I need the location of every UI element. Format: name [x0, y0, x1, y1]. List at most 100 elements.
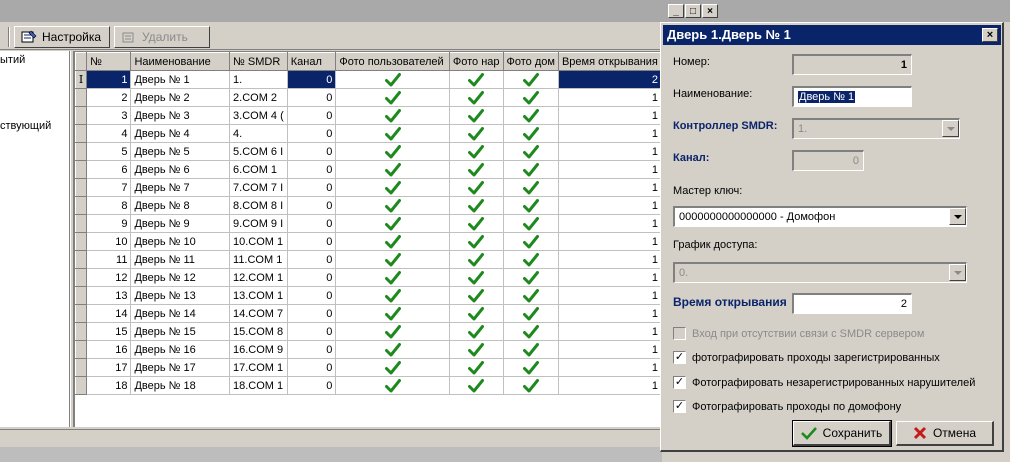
- cell-photo-intercom[interactable]: [503, 214, 559, 233]
- table-row[interactable]: 9 Дверь № 9 9.COM 9 I0 1: [75, 214, 662, 233]
- cell-photo-intercom[interactable]: [503, 196, 559, 215]
- row-indicator[interactable]: [75, 358, 88, 377]
- cell-name[interactable]: Дверь № 16: [130, 340, 231, 359]
- cell-channel[interactable]: 0: [287, 286, 337, 305]
- table-row[interactable]: 10 Дверь № 10 10.COM 10 1: [75, 232, 662, 251]
- cell-photo-intercom[interactable]: [503, 376, 559, 395]
- cell-name[interactable]: Дверь № 10: [130, 232, 231, 251]
- cell-photo-users[interactable]: [335, 124, 450, 143]
- table-row[interactable]: I 1 Дверь № 1 1. 0 2: [75, 70, 662, 89]
- cell-name[interactable]: Дверь № 4: [130, 124, 231, 143]
- cell-number[interactable]: 16: [86, 340, 132, 359]
- column-header[interactable]: № SMDR: [229, 52, 288, 71]
- table-row[interactable]: 15 Дверь № 15 15.COM 80 1: [75, 322, 662, 341]
- cell-photo-intercom[interactable]: [503, 106, 559, 125]
- cell-channel[interactable]: 0: [287, 232, 337, 251]
- cell-smdr[interactable]: 15.COM 8: [229, 322, 288, 341]
- close-window-button[interactable]: ×: [702, 4, 718, 18]
- cell-number[interactable]: 4: [86, 124, 132, 143]
- cell-smdr[interactable]: 16.COM 9: [229, 340, 288, 359]
- cell-name[interactable]: Дверь № 9: [130, 214, 231, 233]
- tree-item[interactable]: ствующий: [0, 120, 51, 132]
- column-header[interactable]: №: [86, 52, 132, 71]
- cell-channel[interactable]: 0: [287, 178, 337, 197]
- cell-photo-users[interactable]: [335, 232, 450, 251]
- cell-number[interactable]: 6: [86, 160, 132, 179]
- cell-name[interactable]: Дверь № 13: [130, 286, 231, 305]
- schedule-select[interactable]: 0.: [673, 262, 967, 283]
- cell-channel[interactable]: 0: [287, 358, 337, 377]
- row-indicator[interactable]: [75, 304, 88, 323]
- cell-open-time[interactable]: 1: [558, 124, 662, 143]
- cell-photo-violators[interactable]: [449, 124, 504, 143]
- cell-number[interactable]: 8: [86, 196, 132, 215]
- photo-intercom-checkbox[interactable]: ✓: [673, 400, 686, 413]
- cell-channel[interactable]: 0: [287, 124, 337, 143]
- cell-photo-users[interactable]: [335, 142, 450, 161]
- cell-open-time[interactable]: 1: [558, 250, 662, 269]
- table-row[interactable]: 16 Дверь № 16 16.COM 90 1: [75, 340, 662, 359]
- chevron-down-icon[interactable]: [942, 120, 959, 137]
- cell-name[interactable]: Дверь № 1: [130, 70, 231, 89]
- cell-channel[interactable]: 0: [287, 268, 337, 287]
- cell-photo-users[interactable]: [335, 358, 450, 377]
- cell-smdr[interactable]: 18.COM 1: [229, 376, 288, 395]
- cell-photo-violators[interactable]: [449, 142, 504, 161]
- cell-photo-intercom[interactable]: [503, 268, 559, 287]
- cell-channel[interactable]: 0: [287, 376, 337, 395]
- cell-number[interactable]: 3: [86, 106, 132, 125]
- cell-photo-violators[interactable]: [449, 106, 504, 125]
- name-field[interactable]: Дверь № 1: [792, 86, 912, 107]
- cell-open-time[interactable]: 1: [558, 322, 662, 341]
- cell-photo-users[interactable]: [335, 196, 450, 215]
- row-indicator[interactable]: [75, 340, 88, 359]
- cell-open-time[interactable]: 2: [558, 70, 662, 89]
- cell-smdr[interactable]: 4.: [229, 124, 288, 143]
- cell-smdr[interactable]: 14.COM 7: [229, 304, 288, 323]
- delete-button[interactable]: Удалить: [114, 26, 210, 48]
- cell-open-time[interactable]: 1: [558, 214, 662, 233]
- cell-name[interactable]: Дверь № 8: [130, 196, 231, 215]
- cell-photo-users[interactable]: [335, 178, 450, 197]
- row-indicator[interactable]: [75, 196, 88, 215]
- cell-photo-violators[interactable]: [449, 160, 504, 179]
- cell-photo-intercom[interactable]: [503, 304, 559, 323]
- offline-entry-checkbox[interactable]: [673, 327, 686, 340]
- cancel-button[interactable]: Отмена: [896, 421, 994, 446]
- cell-photo-violators[interactable]: [449, 196, 504, 215]
- cell-number[interactable]: 5: [86, 142, 132, 161]
- cell-photo-intercom[interactable]: [503, 340, 559, 359]
- events-tree[interactable]: ытий ствующий: [0, 51, 70, 427]
- row-indicator[interactable]: [75, 376, 88, 395]
- cell-number[interactable]: 9: [86, 214, 132, 233]
- cell-photo-violators[interactable]: [449, 70, 504, 89]
- cell-open-time[interactable]: 1: [558, 160, 662, 179]
- cell-open-time[interactable]: 1: [558, 88, 662, 107]
- cell-photo-intercom[interactable]: [503, 358, 559, 377]
- cell-number[interactable]: 10: [86, 232, 132, 251]
- photo-violators-checkbox[interactable]: ✓: [673, 376, 686, 389]
- cell-channel[interactable]: 0: [287, 70, 337, 89]
- maximize-button[interactable]: □: [685, 4, 701, 18]
- table-row[interactable]: 7 Дверь № 7 7.COM 7 I0 1: [75, 178, 662, 197]
- cell-channel[interactable]: 0: [287, 214, 337, 233]
- cell-photo-violators[interactable]: [449, 304, 504, 323]
- row-indicator[interactable]: [75, 142, 88, 161]
- cell-photo-users[interactable]: [335, 304, 450, 323]
- open-time-field[interactable]: 2: [792, 293, 912, 314]
- cell-photo-intercom[interactable]: [503, 322, 559, 341]
- cell-smdr[interactable]: 7.COM 7 I: [229, 178, 288, 197]
- table-row[interactable]: 17 Дверь № 17 17.COM 10 1: [75, 358, 662, 377]
- row-indicator[interactable]: [75, 214, 88, 233]
- cell-open-time[interactable]: 1: [558, 196, 662, 215]
- cell-open-time[interactable]: 1: [558, 376, 662, 395]
- cell-name[interactable]: Дверь № 17: [130, 358, 231, 377]
- table-row[interactable]: 2 Дверь № 2 2.COM 20 1: [75, 88, 662, 107]
- cell-photo-intercom[interactable]: [503, 124, 559, 143]
- cell-smdr[interactable]: 5.COM 6 I: [229, 142, 288, 161]
- column-header[interactable]: Фото нар: [448, 52, 504, 71]
- cell-photo-violators[interactable]: [449, 178, 504, 197]
- cell-photo-intercom[interactable]: [503, 88, 559, 107]
- channel-field[interactable]: 0: [792, 150, 864, 171]
- cell-photo-intercom[interactable]: [503, 160, 559, 179]
